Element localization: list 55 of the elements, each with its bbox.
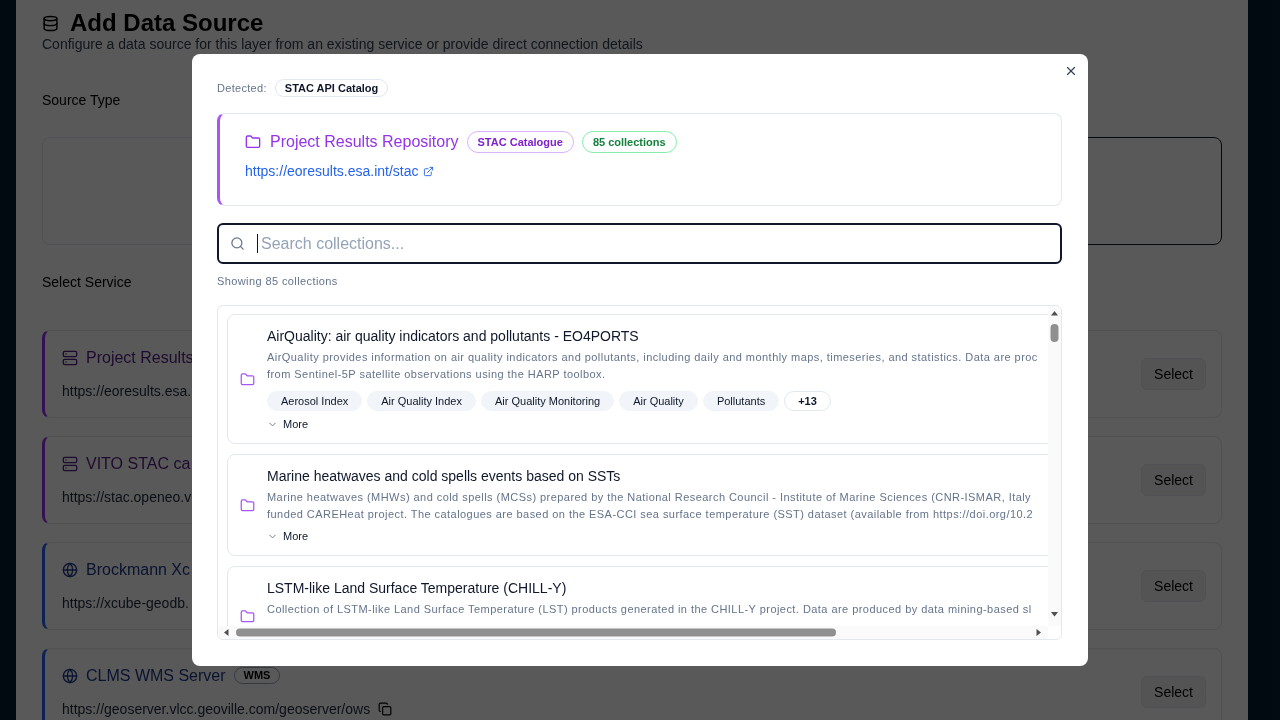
page-title: Add Data Source <box>70 10 264 36</box>
folder-icon <box>240 608 255 624</box>
service-name: CLMS WMS Server <box>86 665 226 686</box>
folder-icon <box>240 497 255 513</box>
catalog-link[interactable]: https://eoresults.esa.int/stac <box>245 161 434 181</box>
text-cursor-icon <box>257 234 258 253</box>
more-button[interactable]: More <box>267 416 309 432</box>
select-button[interactable]: Select <box>1141 676 1206 708</box>
close-icon <box>1064 64 1078 78</box>
service-url: https://geoserver.vlcc.geoville.com/geoserver/ows <box>62 699 371 719</box>
collection-card[interactable] <box>227 454 1048 556</box>
service-url: https://eoresults.esa. <box>62 381 192 401</box>
collection-description: AirQuality provides information on air quality indicators and pollutants, including daily and monthly maps, timeseries, and statistics. Data are proc from Sentinel-5P satellite observations using the HARP toolbox. <box>267 350 1038 382</box>
detected-type-badge: STAC API Catalog <box>274 79 389 97</box>
more-button[interactable]: More <box>267 528 309 544</box>
server-icon <box>62 349 78 366</box>
section-label: Source Type <box>42 91 121 110</box>
database-icon <box>42 14 59 32</box>
globe-icon <box>62 667 78 684</box>
search-field[interactable]: Search collections... <box>217 223 1062 264</box>
search-icon <box>230 236 245 251</box>
detected-label: Detected: <box>217 81 267 96</box>
collection-title: Marine heatwaves and cold spells events based on SSTs <box>267 467 621 486</box>
keyword-tag: Air Quality Index <box>367 391 476 411</box>
copy-icon[interactable] <box>378 701 393 716</box>
collection-description: Marine heatwaves (MHWs) and cold spells (MCSs) prepared by the National Research Council - Institute of Marine Sciences (CNR-ISMAR, Italy funded CAREHeat project. The catalogues are based on the ESA-CCI sea surface temperature (SST) dataset (available from https://doi.org/10.2 <box>267 490 1034 522</box>
collection-card[interactable] <box>227 314 1048 444</box>
collection-card[interactable]: LSTM-like Land Surface Temperature (CHILL-Y) Collection of LSTM-like Land Surface Temperature (LST) products generated in the CHILL-Y project. Data are produced by data mining-based sl <box>227 566 1048 626</box>
keyword-tag: Air Quality Monitoring <box>480 391 615 411</box>
collection-title: LSTM-like Land Surface Temperature (CHILL-Y) <box>267 579 567 598</box>
collection-title: AirQuality: air quality indicators and pollutants - EO4PORTS <box>267 327 639 346</box>
server-icon <box>62 455 78 472</box>
page-subtitle: Configure a data source for this layer from an existing service or provide direct connection details <box>42 36 643 52</box>
more-tags-badge: +13 <box>784 391 831 411</box>
service-name: VITO STAC ca <box>86 453 191 474</box>
globe-icon <box>62 561 78 578</box>
keyword-tag: Pollutants <box>702 391 780 411</box>
keyword-tag: Air Quality <box>619 391 698 411</box>
folder-icon <box>245 134 261 150</box>
external-link-icon <box>422 165 434 177</box>
collection-description: Collection of LSTM-like Land Surface Temperature (LST) products generated in the CHILL-Y project. Data are produced by data mining-based sl <box>267 602 1032 617</box>
catalog-title: Project Results Repository <box>270 132 459 152</box>
catalog-type-badge: STAC Catalogue <box>466 131 574 153</box>
folder-icon <box>240 371 255 387</box>
service-url: https://xcube-geodb. <box>62 593 189 613</box>
collection-count-badge: 85 collections <box>581 131 677 153</box>
section-label: Select Service <box>42 273 132 292</box>
select-button[interactable]: Select <box>1141 358 1206 390</box>
service-url: https://stac.openeo.v <box>62 487 192 507</box>
select-button[interactable]: Select <box>1141 570 1206 602</box>
result-count: Showing 85 collections <box>217 274 338 289</box>
select-button[interactable]: Select <box>1141 464 1206 496</box>
service-name: Brockmann Xc <box>86 559 191 580</box>
keyword-tag: Aerosol Index <box>267 391 363 411</box>
service-name: Project Results <box>86 347 194 368</box>
